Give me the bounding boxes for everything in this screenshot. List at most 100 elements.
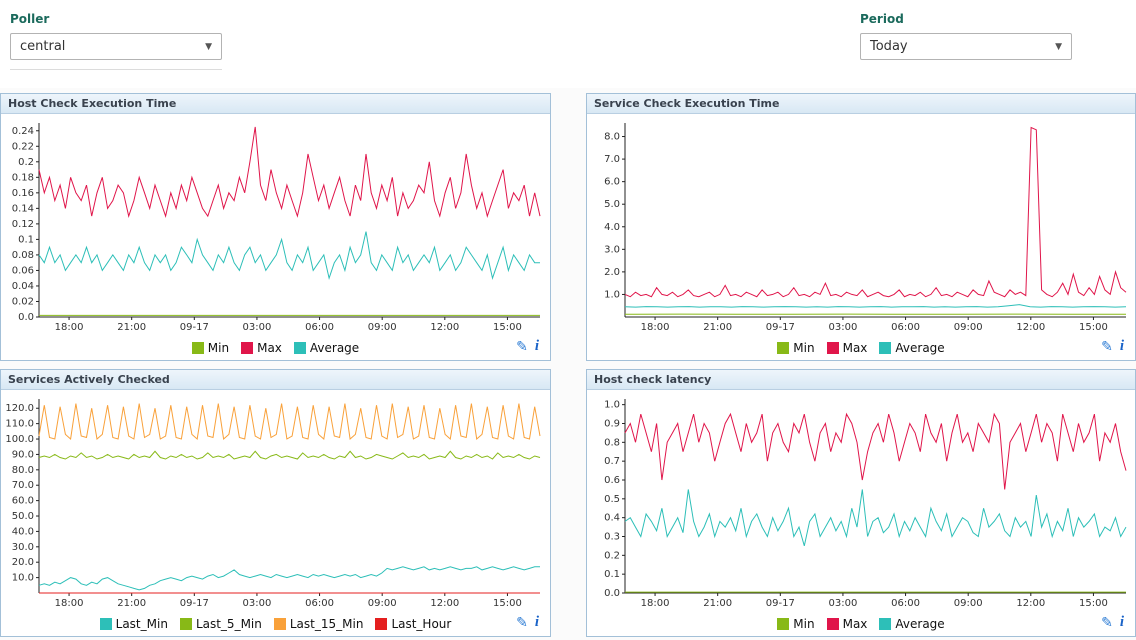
legend-swatch <box>879 342 891 354</box>
svg-text:15:00: 15:00 <box>493 598 522 609</box>
panel-host-check-latency: Host check latency 0.00.10.20.30.40.50.6… <box>586 369 1136 637</box>
svg-text:10.0: 10.0 <box>12 573 34 584</box>
period-label: Period <box>860 12 1072 26</box>
svg-text:21:00: 21:00 <box>703 322 732 333</box>
chart-canvas-host-check-latency[interactable]: 0.00.10.20.30.40.50.60.70.80.91.018:0021… <box>589 392 1132 611</box>
period-select-value: Today <box>870 39 908 54</box>
legend-item-min[interactable]: Min <box>192 341 229 355</box>
svg-text:0.24: 0.24 <box>12 126 34 137</box>
svg-text:18:00: 18:00 <box>641 598 670 609</box>
divider <box>10 69 222 70</box>
legend-item-max[interactable]: Max <box>241 341 282 355</box>
svg-text:0.0: 0.0 <box>604 588 620 599</box>
svg-text:70.0: 70.0 <box>12 480 34 491</box>
legend-swatch <box>827 618 839 630</box>
svg-text:18:00: 18:00 <box>55 322 84 333</box>
svg-text:0.1: 0.1 <box>604 569 620 580</box>
svg-text:0.12: 0.12 <box>12 219 34 230</box>
legend-item-average[interactable]: Average <box>294 341 359 355</box>
legend-item-average[interactable]: Average <box>879 617 944 631</box>
svg-text:06:00: 06:00 <box>891 322 920 333</box>
legend-item-min[interactable]: Min <box>777 617 814 631</box>
chart-canvas-host-check-execution-time[interactable]: 0.00.020.040.060.080.10.120.140.160.180.… <box>3 116 546 335</box>
svg-text:12:00: 12:00 <box>1016 598 1045 609</box>
edit-icon[interactable]: ✎ <box>1101 339 1113 355</box>
legend-item-average[interactable]: Average <box>879 341 944 355</box>
legend-label: Max <box>257 341 282 355</box>
svg-text:03:00: 03:00 <box>243 322 272 333</box>
edit-icon[interactable]: ✎ <box>516 339 528 355</box>
svg-text:0.2: 0.2 <box>18 157 34 168</box>
legend-label: Last_15_Min <box>290 617 364 631</box>
legend-label: Average <box>895 617 944 631</box>
period-select[interactable]: Today ▼ <box>860 33 1072 60</box>
edit-icon[interactable]: ✎ <box>516 615 528 631</box>
legend-item-min[interactable]: Min <box>777 341 814 355</box>
panel-title: Host Check Execution Time <box>1 94 550 114</box>
svg-text:0.16: 0.16 <box>12 188 34 199</box>
poller-filter: Poller central ▼ <box>10 12 222 88</box>
svg-text:90.0: 90.0 <box>12 449 34 460</box>
legend-item-max[interactable]: Max <box>827 617 868 631</box>
panel-title: Services Actively Checked <box>1 370 550 390</box>
chart-canvas-services-actively-checked[interactable]: 10.020.030.040.050.060.070.080.090.0100.… <box>3 392 546 611</box>
svg-text:18:00: 18:00 <box>641 322 670 333</box>
chart-legend: Min Max Average ✎ i <box>589 335 1133 361</box>
svg-text:0.02: 0.02 <box>12 296 34 307</box>
svg-text:0.14: 0.14 <box>12 203 34 214</box>
info-icon[interactable]: i <box>1120 338 1124 355</box>
chevron-down-icon: ▼ <box>205 42 212 52</box>
svg-text:120.0: 120.0 <box>5 403 34 414</box>
legend-item-last-hour[interactable]: Last_Hour <box>375 617 451 631</box>
legend-label: Last_Min <box>116 617 168 631</box>
svg-text:80.0: 80.0 <box>12 465 34 476</box>
legend-label: Last_5_Min <box>196 617 262 631</box>
svg-text:1.0: 1.0 <box>604 289 620 300</box>
filter-bar: Poller central ▼ Period Today ▼ <box>0 0 1136 88</box>
legend-swatch <box>375 618 387 630</box>
chart-legend: Min Max Average ✎ i <box>589 611 1133 637</box>
svg-text:03:00: 03:00 <box>829 598 858 609</box>
legend-item-last-15-min[interactable]: Last_15_Min <box>274 617 364 631</box>
legend-swatch <box>192 342 204 354</box>
panel-icons: ✎ i <box>1101 614 1124 631</box>
chart-legend: Last_Min Last_5_Min Last_15_Min Last_Hou… <box>3 611 548 637</box>
panel-title: Service Check Execution Time <box>587 94 1135 114</box>
svg-text:09-17: 09-17 <box>180 322 209 333</box>
svg-text:0.06: 0.06 <box>12 265 34 276</box>
svg-text:0.2: 0.2 <box>604 550 620 561</box>
info-icon[interactable]: i <box>535 614 539 631</box>
svg-text:09:00: 09:00 <box>368 598 397 609</box>
svg-text:12:00: 12:00 <box>430 598 459 609</box>
legend-swatch <box>294 342 306 354</box>
legend-swatch <box>777 618 789 630</box>
svg-text:0.0: 0.0 <box>18 312 34 323</box>
svg-text:03:00: 03:00 <box>829 322 858 333</box>
info-icon[interactable]: i <box>535 338 539 355</box>
svg-text:09-17: 09-17 <box>766 598 795 609</box>
svg-text:110.0: 110.0 <box>5 419 34 430</box>
panel-icons: ✎ i <box>1101 338 1124 355</box>
info-icon[interactable]: i <box>1120 614 1124 631</box>
legend-item-last-5-min[interactable]: Last_5_Min <box>180 617 262 631</box>
panel-title: Host check latency <box>587 370 1135 390</box>
period-filter: Period Today ▼ <box>860 12 1072 88</box>
svg-text:03:00: 03:00 <box>243 598 272 609</box>
svg-text:21:00: 21:00 <box>703 598 732 609</box>
poller-select[interactable]: central ▼ <box>10 33 222 60</box>
legend-item-last-min[interactable]: Last_Min <box>100 617 168 631</box>
svg-text:0.18: 0.18 <box>12 172 34 183</box>
legend-swatch <box>827 342 839 354</box>
legend-swatch <box>180 618 192 630</box>
legend-label: Average <box>895 341 944 355</box>
svg-text:0.5: 0.5 <box>604 494 620 505</box>
svg-text:0.04: 0.04 <box>12 281 34 292</box>
legend-label: Max <box>843 341 868 355</box>
legend-item-max[interactable]: Max <box>827 341 868 355</box>
edit-icon[interactable]: ✎ <box>1101 615 1113 631</box>
svg-text:0.3: 0.3 <box>604 531 620 542</box>
svg-text:15:00: 15:00 <box>1079 322 1108 333</box>
svg-text:7.0: 7.0 <box>604 154 620 165</box>
svg-text:09:00: 09:00 <box>954 322 983 333</box>
chart-canvas-service-check-execution-time[interactable]: 1.02.03.04.05.06.07.08.018:0021:0009-170… <box>589 116 1132 335</box>
